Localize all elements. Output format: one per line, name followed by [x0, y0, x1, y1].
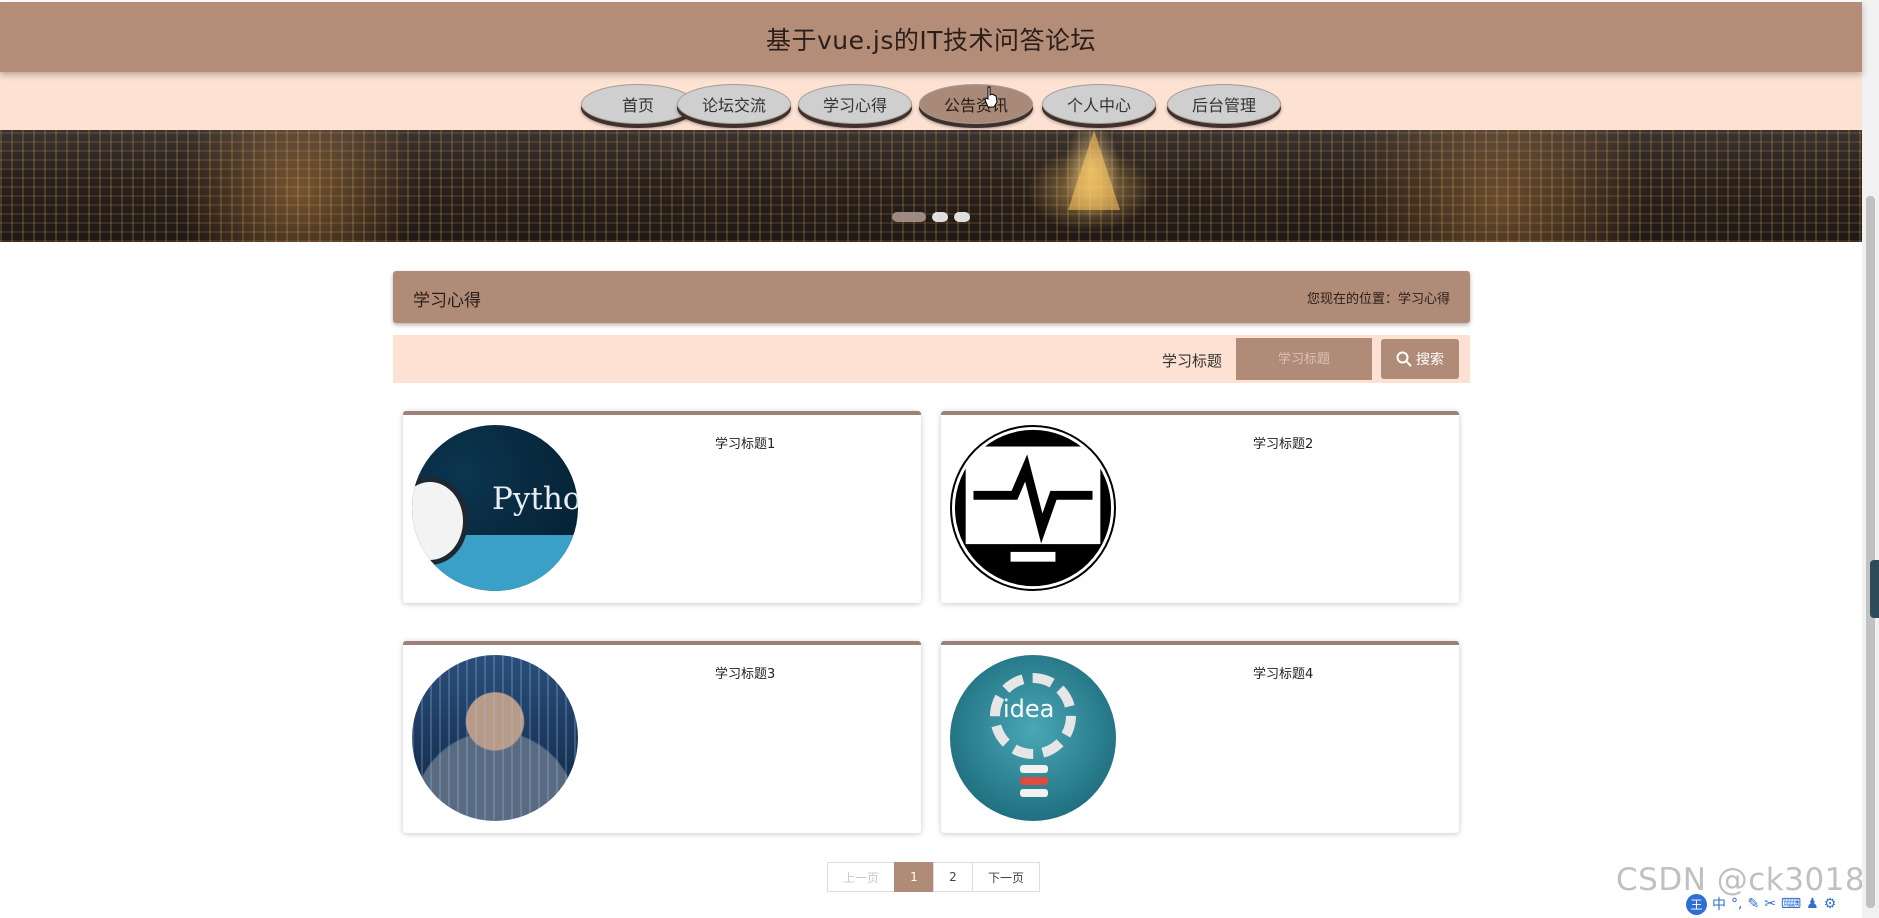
- card-title: 学习标题4: [1253, 667, 1314, 682]
- study-card-4[interactable]: idea 学习标题4: [941, 641, 1459, 833]
- python-icon: Python: [412, 425, 578, 591]
- programmer-photo: [412, 655, 578, 821]
- prev-page-button[interactable]: 上一页: [827, 862, 895, 892]
- card-title: 学习标题3: [715, 667, 776, 682]
- nav-item-forum[interactable]: 论坛交流: [677, 84, 791, 124]
- bulb-base-stripe: [1020, 789, 1048, 797]
- search-button[interactable]: 搜索: [1381, 339, 1459, 379]
- hero-banner: [0, 130, 1862, 242]
- card-title: 学习标题1: [715, 437, 776, 452]
- nav-item-announcements[interactable]: 公告资讯: [919, 84, 1033, 124]
- study-card-2[interactable]: 学习标题2: [941, 411, 1459, 603]
- keyboard-icon[interactable]: ⌨: [1781, 896, 1801, 912]
- pagination: 上一页 1 2 下一页: [827, 862, 1040, 892]
- scrollbar[interactable]: [1862, 0, 1879, 918]
- banner-city-image: [1068, 130, 1120, 210]
- study-card-3[interactable]: 学习标题3: [403, 641, 921, 833]
- idea-logo-text: idea: [1003, 695, 1055, 723]
- carousel-dot-1[interactable]: [892, 212, 926, 222]
- idea-bulb-icon: idea: [950, 655, 1116, 821]
- page-button-2[interactable]: 2: [933, 862, 973, 892]
- card-title: 学习标题2: [1253, 437, 1314, 452]
- page-button-1[interactable]: 1: [894, 862, 934, 892]
- section-header: 学习心得 您现在的位置：学习心得: [393, 271, 1470, 323]
- search-input[interactable]: [1236, 338, 1372, 380]
- breadcrumb: 您现在的位置：学习心得: [1306, 292, 1450, 307]
- search-label: 学习标题: [1162, 352, 1223, 370]
- search-icon: [1396, 351, 1412, 367]
- ime-mode[interactable]: 中: [1712, 894, 1726, 914]
- python-logo-text: Python: [492, 481, 578, 517]
- side-widget-handle[interactable]: [1870, 560, 1879, 618]
- pen-icon[interactable]: ✎: [1747, 896, 1759, 912]
- site-title: 基于vue.js的IT技术问答论坛: [765, 26, 1097, 55]
- main-nav: 首页 论坛交流 学习心得 公告资讯 个人中心 后台管理: [0, 72, 1862, 130]
- search-button-label: 搜索: [1416, 352, 1444, 368]
- nav-item-study-notes[interactable]: 学习心得: [798, 84, 912, 124]
- bulb-base-stripe: [1020, 777, 1048, 785]
- bulb-base-stripe: [1020, 765, 1048, 773]
- scroll-thumb[interactable]: [1866, 196, 1875, 908]
- punctuation-icon[interactable]: °,: [1731, 896, 1742, 912]
- carousel-dot-2[interactable]: [932, 212, 948, 222]
- carousel-dot-3[interactable]: [954, 212, 970, 222]
- nav-item-admin[interactable]: 后台管理: [1167, 84, 1281, 124]
- scissors-icon[interactable]: ✂: [1764, 896, 1776, 912]
- shirt-icon[interactable]: ♟: [1806, 896, 1819, 912]
- hand-cursor-icon: [984, 86, 998, 108]
- ime-logo-icon[interactable]: 王: [1686, 893, 1707, 915]
- gear-icon[interactable]: ⚙: [1824, 896, 1837, 912]
- heartbeat-monitor-graphic: [954, 429, 1112, 587]
- search-bar: 学习标题 搜索: [393, 335, 1470, 383]
- section-title: 学习心得: [413, 291, 481, 311]
- monitor-heartbeat-icon: [950, 425, 1116, 591]
- nav-item-user-center[interactable]: 个人中心: [1042, 84, 1156, 124]
- ime-toolbar: 王 中 °, ✎ ✂ ⌨ ♟ ⚙: [1686, 893, 1836, 915]
- study-card-1[interactable]: Python 学习标题1: [403, 411, 921, 603]
- next-page-button[interactable]: 下一页: [972, 862, 1040, 892]
- site-header: 基于vue.js的IT技术问答论坛: [0, 2, 1862, 72]
